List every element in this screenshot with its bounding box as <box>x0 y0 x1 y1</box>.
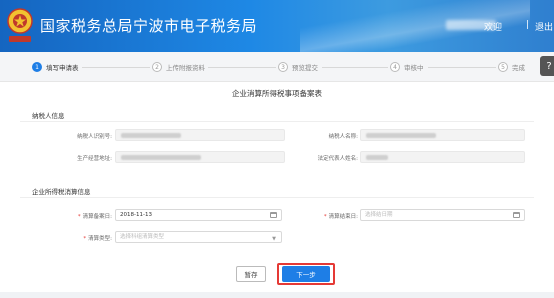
step-5-number: 5 <box>498 62 508 72</box>
step-3-number: 3 <box>278 62 288 72</box>
liquidation-type-select[interactable]: 选择科组清算类型 ▼ <box>115 231 282 243</box>
start-date-input[interactable]: 2018-11-13 <box>115 209 282 221</box>
section-divider <box>20 197 534 198</box>
taxpayer-id-label: 纳税人识别号: <box>77 134 112 140</box>
step-connector <box>208 67 276 68</box>
header-bar: 国家税务总局宁波市电子税务局 欢迎 | 退出 <box>0 0 554 52</box>
taxpayer-section-heading: 纳税人信息 <box>32 112 65 120</box>
liquidation-section-heading: 企业所得税消算信息 <box>32 188 91 196</box>
step-5: 5 完成 <box>498 61 525 73</box>
step-2-number: 2 <box>152 62 162 72</box>
legal-rep-label: 法定代表人姓名: <box>317 156 358 162</box>
step-3-label: 预览提交 <box>292 64 318 72</box>
legal-rep-field <box>360 151 525 163</box>
end-date-input[interactable]: 选择结日期 <box>360 209 525 221</box>
step-4: 4 审核中 <box>390 61 424 73</box>
question-icon[interactable]: ? <box>540 56 554 76</box>
step-2-label: 上传附报资料 <box>166 64 205 72</box>
taxpayer-name-label: 纳税人名称: <box>328 134 358 140</box>
page-footer-strip <box>0 292 554 298</box>
redacted-value <box>121 155 201 160</box>
logout-link[interactable]: 退出 <box>535 20 553 33</box>
required-marker: * <box>83 236 87 242</box>
taxpayer-name-field <box>360 129 525 141</box>
redacted-value <box>121 133 181 138</box>
type-placeholder: 选择科组清算类型 <box>120 234 165 240</box>
redacted-value <box>366 133 436 138</box>
address-field <box>115 151 285 163</box>
next-step-button[interactable]: 下一步 <box>282 266 330 282</box>
step-2: 2 上传附报资料 <box>152 61 205 73</box>
step-3: 3 预览提交 <box>278 61 318 73</box>
step-4-number: 4 <box>390 62 400 72</box>
taxpayer-id-field <box>115 129 285 141</box>
user-greeting[interactable]: 欢迎 <box>484 20 502 33</box>
end-date-placeholder: 选择结日期 <box>365 212 393 218</box>
site-title: 国家税务总局宁波市电子税务局 <box>40 17 258 35</box>
step-5-label: 完成 <box>512 64 525 72</box>
end-date-label-text: 清算结束日: <box>328 214 358 220</box>
end-date-label: * 清算结束日: <box>298 212 358 220</box>
address-label: 生产经营地址: <box>77 156 112 162</box>
tax-emblem-icon <box>7 8 33 42</box>
step-connector <box>322 67 388 68</box>
type-label-text: 清算类型: <box>88 236 112 242</box>
step-connector <box>428 67 496 68</box>
step-progress-bar: 1 填写申请表 2 上传附报资料 3 预览提交 4 审核中 5 完成 <box>0 52 554 82</box>
step-4-label: 审核中 <box>404 64 424 72</box>
section-divider <box>20 121 534 122</box>
header-separator: | <box>526 20 530 30</box>
required-marker: * <box>323 214 327 220</box>
step-1-label: 填写申请表 <box>46 64 79 72</box>
start-date-value: 2018-11-13 <box>120 212 152 218</box>
redacted-value <box>366 155 388 160</box>
form-title: 企业消算所得税事项备案表 <box>232 89 322 98</box>
step-1: 1 填写申请表 <box>32 61 79 73</box>
chevron-down-icon: ▼ <box>272 236 276 242</box>
start-date-label: * 清算备案日: <box>50 212 112 220</box>
start-date-label-text: 清算备案日: <box>82 214 112 220</box>
page: 国家税务总局宁波市电子税务局 欢迎 | 退出 1 填写申请表 2 上传附报资料 … <box>0 0 554 298</box>
step-1-number: 1 <box>32 62 42 72</box>
save-draft-button[interactable]: 暂存 <box>236 266 266 282</box>
type-label: * 清算类型: <box>50 234 112 242</box>
calendar-icon[interactable] <box>270 212 277 218</box>
required-marker: * <box>77 214 81 220</box>
calendar-icon[interactable] <box>513 212 520 218</box>
step-connector <box>82 67 150 68</box>
